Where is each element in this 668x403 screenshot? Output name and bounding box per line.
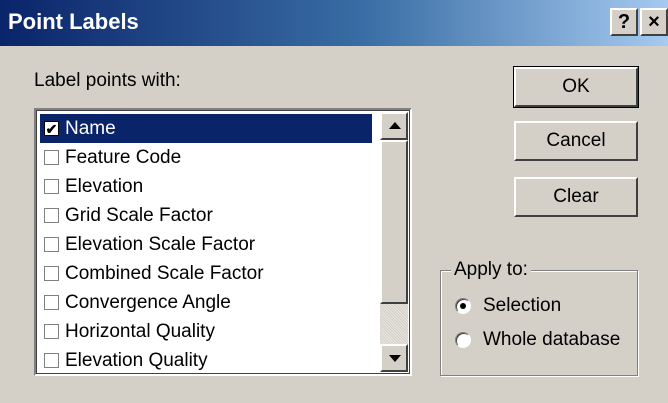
list-item-label: Combined Scale Factor (65, 262, 264, 284)
ok-button[interactable]: OK (513, 66, 639, 108)
radio-whole-database[interactable]: Whole database (455, 329, 620, 351)
radio-label: Whole database (483, 329, 621, 350)
radio-dot-icon (460, 303, 466, 309)
arrow-down-icon (389, 355, 401, 362)
list-item-label: Horizontal Quality (65, 320, 215, 342)
window-title: Point Labels (8, 9, 139, 34)
checkbox[interactable] (44, 295, 59, 310)
list-item-convergence-angle[interactable]: Convergence Angle (40, 288, 372, 317)
list-item-label: Elevation Quality (65, 349, 208, 371)
list-item-label: Elevation Scale Factor (65, 233, 256, 255)
arrow-up-icon (389, 122, 401, 129)
apply-to-legend: Apply to: (451, 259, 531, 281)
checkbox[interactable]: ✔ (44, 121, 59, 136)
list-item-label: Grid Scale Factor (65, 204, 213, 226)
list-item-elevation-quality[interactable]: Elevation Quality (40, 346, 372, 375)
list-item-name[interactable]: ✔ Name (40, 114, 372, 143)
help-icon: ? (617, 10, 631, 33)
scroll-down-button[interactable] (380, 344, 408, 372)
checkbox[interactable] (44, 266, 59, 281)
list-item-label: Name (65, 117, 116, 139)
checkbox[interactable] (44, 237, 59, 252)
close-icon: × (648, 10, 660, 33)
list-item-label: Elevation (65, 175, 144, 197)
list-item-label: Convergence Angle (65, 291, 231, 313)
radio-button[interactable] (455, 298, 471, 314)
list-scrollbar[interactable] (380, 112, 408, 372)
radio-selection[interactable]: Selection (455, 295, 561, 317)
checkbox[interactable] (44, 353, 59, 368)
clear-button[interactable]: Clear (514, 177, 638, 217)
radio-label: Selection (483, 295, 562, 316)
list-item-horizontal-quality[interactable]: Horizontal Quality (40, 317, 372, 346)
checkbox[interactable] (44, 208, 59, 223)
cancel-button[interactable]: Cancel (514, 121, 638, 161)
list-item-grid-scale-factor[interactable]: Grid Scale Factor (40, 201, 372, 230)
label-points-prompt: Label points with: (34, 70, 181, 91)
check-icon: ✔ (45, 120, 58, 137)
label-fields-listbox[interactable]: ✔ Name Feature Code Elevation Grid Scale… (34, 108, 412, 376)
radio-button[interactable] (455, 332, 471, 348)
list-item-elevation-scale-factor[interactable]: Elevation Scale Factor (40, 230, 372, 259)
list-item-label: Feature Code (65, 146, 182, 168)
list-item-feature-code[interactable]: Feature Code (40, 143, 372, 172)
apply-to-group: Apply to: Selection Whole database (440, 259, 638, 376)
checkbox[interactable] (44, 324, 59, 339)
checkbox[interactable] (44, 150, 59, 165)
checkbox[interactable] (44, 179, 59, 194)
list-item-elevation[interactable]: Elevation (40, 172, 372, 201)
scroll-thumb[interactable] (380, 140, 408, 304)
title-bar: Point Labels ? × (0, 0, 668, 46)
help-button[interactable]: ? (610, 8, 638, 36)
close-button[interactable]: × (640, 8, 668, 36)
list-item-combined-scale-factor[interactable]: Combined Scale Factor (40, 259, 372, 288)
scroll-up-button[interactable] (380, 112, 408, 140)
